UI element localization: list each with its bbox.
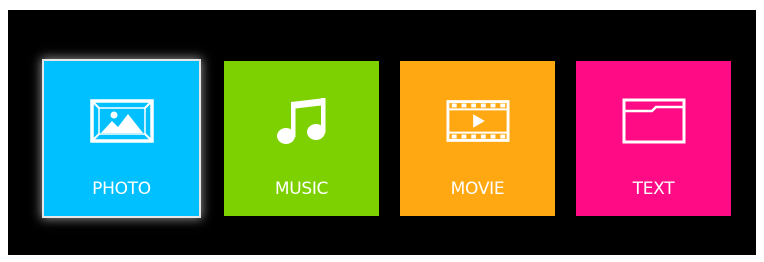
photo-icon xyxy=(89,97,154,145)
media-menu-screen: PHOTO MUSIC MOVIE TEXT xyxy=(8,10,756,255)
photo-tile[interactable]: PHOTO xyxy=(44,61,199,216)
folder-icon xyxy=(622,97,686,145)
tile-label: MUSIC xyxy=(274,179,329,199)
tile-label: MOVIE xyxy=(450,179,505,199)
music-note-icon xyxy=(270,97,334,145)
movie-tile[interactable]: MOVIE xyxy=(400,61,555,216)
tile-label: TEXT xyxy=(632,179,675,199)
text-tile[interactable]: TEXT xyxy=(576,61,731,216)
music-tile[interactable]: MUSIC xyxy=(224,61,379,216)
film-play-icon xyxy=(445,97,510,145)
tile-label: PHOTO xyxy=(92,179,151,199)
